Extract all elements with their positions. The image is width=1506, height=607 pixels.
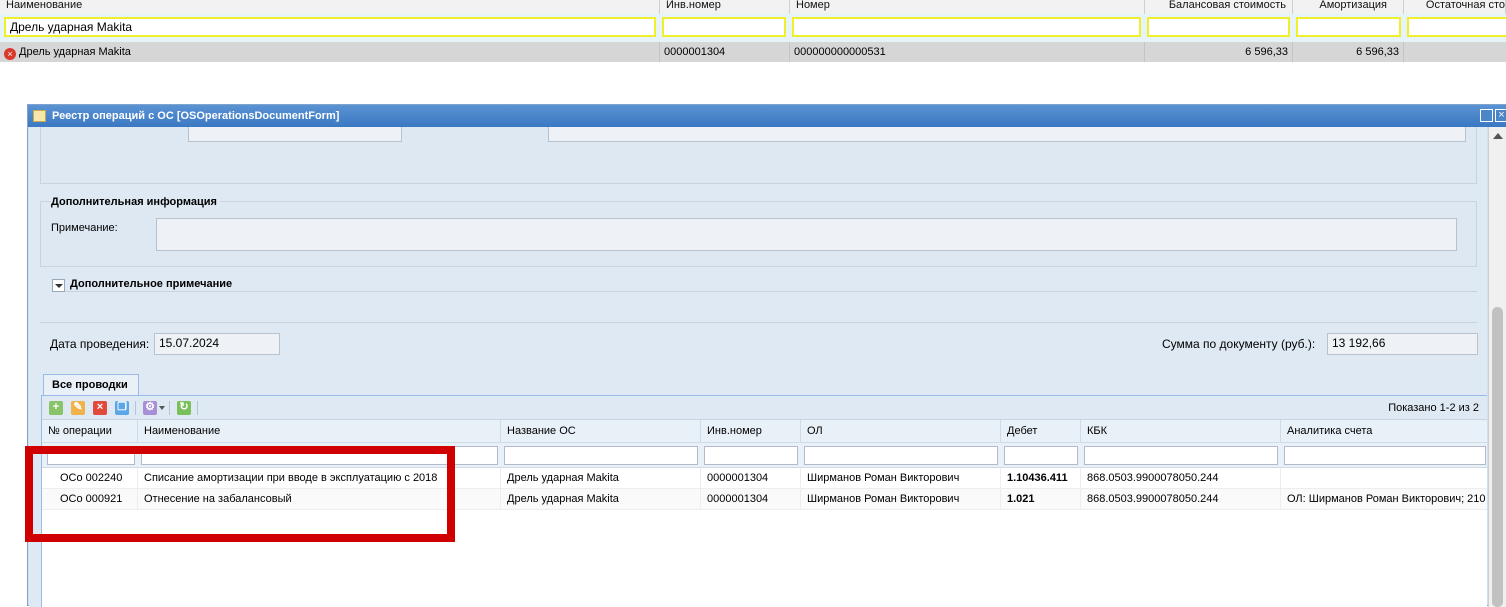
amort-filter-input[interactable] [1296, 17, 1401, 37]
delete-icon[interactable]: × [93, 401, 107, 415]
filter-os-name[interactable] [504, 446, 698, 465]
top-fieldset [40, 127, 1477, 184]
cell-ol: Ширманов Роман Викторович [801, 468, 1001, 489]
top-field-2[interactable] [548, 127, 1466, 142]
window-title-bar[interactable]: Реестр операций с ОС [OSOperationsDocume… [28, 105, 1506, 127]
filter-debit[interactable] [1004, 446, 1078, 465]
col-os-name[interactable]: Название ОС [501, 420, 701, 443]
filter-ol[interactable] [804, 446, 998, 465]
filter-analytics[interactable] [1284, 446, 1486, 465]
row-residual [1404, 42, 1506, 62]
row-number: 000000000000531 [790, 42, 1145, 62]
cell-os-name: Дрель ударная Makita [501, 468, 701, 489]
row-name-cell: × Дрель ударная Makita [0, 42, 660, 62]
scrollbar-thumb[interactable] [1492, 307, 1503, 607]
grid-header: № операции Наименование Название ОС Инв.… [42, 420, 1487, 443]
additional-note-title: Дополнительное примечание [70, 278, 237, 290]
col-header-amort[interactable]: Амортизация [1293, 0, 1404, 14]
top-field-1[interactable] [188, 127, 402, 142]
col-header-residual[interactable]: Остаточная сто [1404, 0, 1506, 14]
balance-filter-input[interactable] [1147, 17, 1290, 37]
divider [40, 322, 1477, 323]
top-grid-header: Наименование Инв.номер Номер Балансовая … [0, 0, 1506, 14]
copy-icon[interactable]: ❐ [115, 401, 129, 415]
top-grid-filter-row: Дрель ударная Makita [0, 14, 1506, 42]
cell-kbk: 868.0503.9900078050.244 [1081, 468, 1281, 489]
form-icon [33, 110, 46, 122]
name-filter-input[interactable]: Дрель ударная Makita [4, 17, 656, 37]
edit-icon[interactable]: ✎ [71, 401, 85, 415]
additional-note-header[interactable]: Дополнительное примечание [52, 278, 1477, 292]
error-icon: × [4, 48, 16, 60]
refresh-icon[interactable]: ↻ [177, 401, 191, 415]
sum-label: Сумма по документу (руб.): [1162, 337, 1316, 351]
col-header-balance[interactable]: Балансовая стоимость [1145, 0, 1293, 14]
col-inv[interactable]: Инв.номер [701, 420, 801, 443]
col-name[interactable]: Наименование [138, 420, 501, 443]
section-title-additional: Дополнительная информация [51, 196, 220, 208]
col-kbk[interactable]: КБК [1081, 420, 1281, 443]
col-debit[interactable]: Дебет [1001, 420, 1081, 443]
maximize-icon[interactable] [1480, 109, 1493, 122]
settings-icon[interactable]: ⚙ [143, 401, 157, 415]
cell-ol: Ширманов Роман Викторович [801, 489, 1001, 510]
note-textarea[interactable] [156, 218, 1457, 251]
cell-os-name: Дрель ударная Makita [501, 489, 701, 510]
cell-debit: 1.10436.411 [1001, 468, 1081, 489]
col-ol[interactable]: ОЛ [801, 420, 1001, 443]
highlight-annotation [25, 446, 455, 542]
filter-inv[interactable] [704, 446, 798, 465]
close-icon[interactable]: × [1495, 109, 1506, 122]
additional-info-fieldset: Дополнительная информация Примечание: [40, 196, 1477, 267]
cell-analytics: ОЛ: Ширманов Роман Викторович; 210 [1287, 493, 1486, 505]
row-inv: 0000001304 [660, 42, 790, 62]
cell-inv: 0000001304 [701, 489, 801, 510]
grid-toolbar: + ✎ × ❐ ⚙ ↻ Показано 1-2 из 2 [42, 396, 1487, 420]
row-name: Дрель ударная Makita [19, 46, 131, 58]
col-header-name[interactable]: Наименование [0, 0, 660, 14]
cell-kbk: 868.0503.9900078050.244 [1081, 489, 1281, 510]
cell-inv: 0000001304 [701, 468, 801, 489]
note-label: Примечание: [51, 222, 118, 234]
col-analytics[interactable]: Аналитика счета [1281, 420, 1487, 443]
shown-count: Показано 1-2 из 2 [1388, 402, 1479, 414]
cell-debit: 1.021 [1001, 489, 1081, 510]
col-header-number[interactable]: Номер [790, 0, 1145, 14]
residual-filter-input[interactable] [1407, 17, 1506, 37]
add-icon[interactable]: + [49, 401, 63, 415]
scroll-up-icon[interactable] [1493, 133, 1503, 139]
row-amort: 6 596,33 [1293, 42, 1404, 62]
window-title: Реестр операций с ОС [OSOperationsDocume… [52, 110, 340, 122]
inv-filter-input[interactable] [662, 17, 786, 37]
sum-field[interactable]: 13 192,66 [1327, 333, 1478, 355]
date-label: Дата проведения: [50, 337, 150, 351]
col-header-inv[interactable]: Инв.номер [660, 0, 790, 14]
window-scrollbar[interactable] [1488, 127, 1506, 607]
tab-bar: Все проводки [41, 372, 1487, 396]
cell-analytics [1281, 468, 1487, 489]
filter-kbk[interactable] [1084, 446, 1278, 465]
col-op-number[interactable]: № операции [42, 420, 138, 443]
tab-all-postings[interactable]: Все проводки [43, 374, 139, 396]
date-field[interactable]: 15.07.2024 [154, 333, 280, 355]
chevron-down-icon[interactable] [159, 406, 165, 410]
row-balance: 6 596,33 [1145, 42, 1293, 62]
top-grid-row[interactable]: × Дрель ударная Makita 0000001304 0000000… [0, 42, 1506, 62]
expand-icon[interactable] [52, 279, 65, 292]
top-grid: Наименование Инв.номер Номер Балансовая … [0, 0, 1506, 64]
number-filter-input[interactable] [792, 17, 1141, 37]
